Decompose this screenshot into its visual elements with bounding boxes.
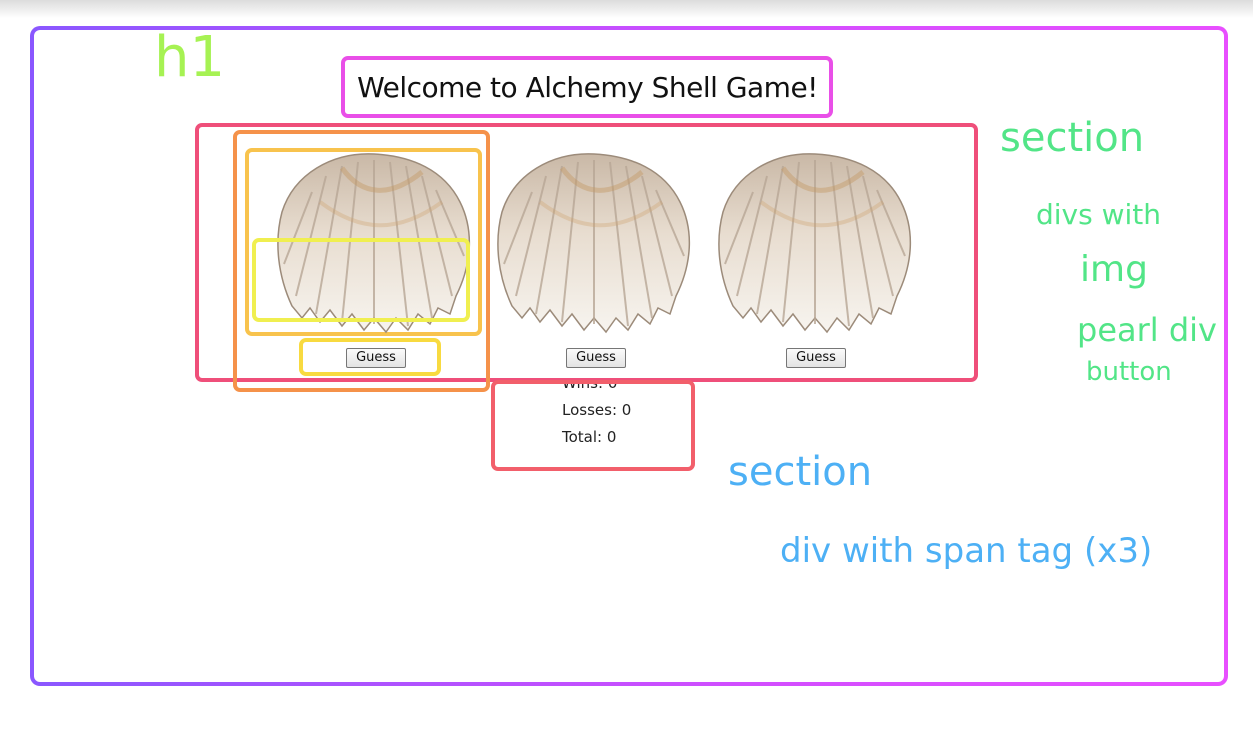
guess-button-1[interactable]: Guess [346, 348, 406, 368]
annotation-pearl-div: pearl div [1077, 311, 1217, 349]
annotation-section-bottom: section [728, 449, 873, 495]
browser-top-shadow [0, 0, 1253, 18]
annotation-divs-with: divs with [1036, 198, 1162, 231]
annotation-div-with-span: div with span tag (x3) [780, 531, 1153, 571]
guess-button-2[interactable]: Guess [566, 348, 626, 368]
page-title: Welcome to Alchemy Shell Game! [357, 70, 818, 104]
annotation-button: button [1086, 357, 1172, 387]
shell-image-3[interactable] [713, 146, 918, 341]
annotation-h1: h1 [154, 25, 226, 90]
annotation-section-top: section [1000, 115, 1145, 161]
guess-button-3[interactable]: Guess [786, 348, 846, 368]
stats-section-outline-box [491, 380, 695, 471]
pearl-div-outline-box [252, 238, 470, 322]
annotation-img: img [1080, 249, 1148, 290]
shell-image-2[interactable] [492, 146, 697, 341]
